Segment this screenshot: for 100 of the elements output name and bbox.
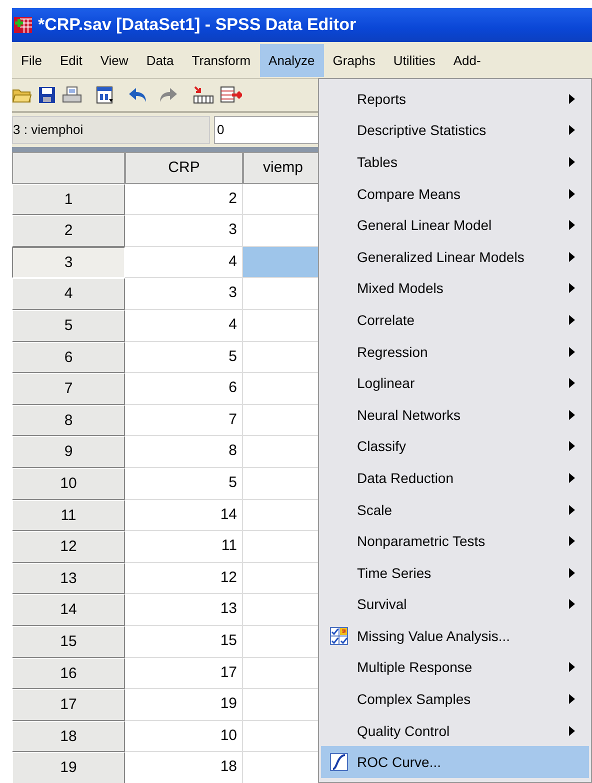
table-cell[interactable]: 10: [125, 720, 243, 752]
menu-item[interactable]: View: [91, 44, 138, 76]
row-header[interactable]: 6: [12, 342, 125, 374]
submenu-arrow-icon: [569, 694, 575, 704]
menu-item[interactable]: Add-: [444, 44, 490, 76]
menu-item[interactable]: Descriptive Statistics: [321, 114, 589, 146]
submenu-arrow-icon: [569, 536, 575, 546]
cell-name-field: 3 : viemphoi: [12, 116, 210, 144]
menu-item[interactable]: Neural Networks: [321, 398, 589, 431]
menu-item[interactable]: Nonparametric Tests: [321, 525, 589, 557]
submenu-arrow-icon: [569, 378, 575, 388]
row-header[interactable]: 9: [12, 436, 125, 468]
submenu-arrow-icon: [569, 662, 575, 672]
row-header[interactable]: 17: [12, 689, 125, 721]
submenu-arrow-icon: [569, 441, 575, 452]
menu-item[interactable]: Utilities: [384, 44, 444, 76]
submenu-arrow-icon: [569, 314, 575, 325]
row-header[interactable]: 3: [12, 246, 125, 278]
table-cell[interactable]: 13: [125, 594, 243, 626]
menu-item[interactable]: Edit: [50, 44, 92, 76]
menu-item[interactable]: Correlate: [321, 304, 589, 336]
window-title: *CRP.sav [DataSet1] - SPSS Data Editor: [38, 15, 356, 35]
table-cell[interactable]: 14: [125, 500, 243, 532]
row-header[interactable]: 13: [12, 562, 125, 594]
table-cell[interactable]: 5: [125, 468, 243, 500]
submenu-arrow-icon: [569, 252, 575, 262]
row-header[interactable]: 10: [12, 468, 125, 500]
row-header[interactable]: 8: [12, 404, 125, 436]
menu-item[interactable]: Mixed Models: [321, 272, 589, 304]
row-header[interactable]: 1: [12, 184, 125, 216]
menu-item[interactable]: Reports: [321, 83, 589, 115]
submenu-arrow-icon: [569, 410, 575, 420]
menu-item[interactable]: Transform: [182, 44, 260, 76]
submenu-arrow-icon: [569, 472, 575, 483]
submenu-arrow-icon: [569, 125, 575, 136]
menu-item[interactable]: Scale: [321, 494, 589, 526]
go-to-case-icon[interactable]: [192, 86, 214, 104]
insert-variable-icon[interactable]: [220, 86, 242, 104]
submenu-arrow-icon: [569, 346, 575, 357]
print-icon[interactable]: [62, 86, 82, 104]
row-header[interactable]: 19: [12, 752, 125, 783]
menu-item[interactable]: Time Series: [321, 556, 589, 588]
menu-item[interactable]: ROC Curve...: [321, 746, 589, 778]
row-header[interactable]: 2: [12, 215, 125, 247]
table-cell[interactable]: 15: [125, 626, 243, 658]
table-cell[interactable]: 7: [125, 404, 243, 436]
table-cell[interactable]: 2: [125, 184, 243, 216]
menu-item[interactable]: Survival: [321, 588, 589, 620]
submenu-arrow-icon: [569, 188, 575, 199]
menu-item[interactable]: General Linear Model: [321, 209, 589, 241]
table-cell[interactable]: 5: [125, 342, 243, 374]
submenu-arrow-icon: [569, 94, 575, 104]
row-header[interactable]: 16: [12, 658, 125, 690]
submenu-arrow-icon: [569, 283, 575, 294]
table-cell[interactable]: 18: [125, 752, 243, 783]
table-cell[interactable]: 11: [125, 531, 243, 563]
submenu-arrow-icon: [569, 220, 575, 230]
row-header[interactable]: 15: [12, 626, 125, 658]
menu-item[interactable]: Compare Means: [321, 178, 589, 210]
menu-item[interactable]: Regression: [321, 336, 589, 368]
row-header[interactable]: 12: [12, 531, 125, 563]
table-cell[interactable]: 6: [125, 373, 243, 405]
table-cell[interactable]: 4: [125, 310, 243, 342]
table-cell[interactable]: 17: [125, 658, 243, 690]
table-cell[interactable]: 19: [125, 689, 243, 721]
menu-item[interactable]: Missing Value Analysis...: [321, 620, 589, 652]
dialog-icon[interactable]: [96, 86, 114, 104]
menu-item[interactable]: Tables: [321, 146, 589, 178]
app-icon: [14, 17, 32, 33]
menu-item[interactable]: Classify: [321, 430, 589, 462]
menu-item[interactable]: Loglinear: [321, 367, 589, 399]
menu-item[interactable]: Graphs: [324, 44, 384, 76]
column-header[interactable]: CRP: [125, 152, 243, 184]
row-header[interactable]: 11: [12, 500, 125, 532]
menu-item[interactable]: Multiple Response: [321, 652, 589, 684]
menu-item[interactable]: Data Reduction: [321, 462, 589, 494]
submenu-arrow-icon: [569, 568, 575, 578]
save-icon[interactable]: [38, 86, 56, 104]
row-header[interactable]: 18: [12, 720, 125, 752]
curve-icon: [330, 753, 348, 772]
row-header[interactable]: 4: [12, 278, 125, 310]
menu-item[interactable]: Generalized Linear Models: [321, 240, 589, 273]
table-cell[interactable]: 12: [125, 562, 243, 594]
table-cell[interactable]: 3: [125, 278, 243, 310]
menu-item[interactable]: File: [12, 44, 51, 76]
menu-item[interactable]: Data: [137, 44, 183, 76]
checklist-icon: [330, 626, 348, 645]
submenu-arrow-icon: [569, 156, 575, 167]
table-cell[interactable]: 8: [125, 436, 243, 468]
submenu-arrow-icon: [569, 726, 575, 736]
menu-item[interactable]: Complex Samples: [321, 683, 589, 715]
row-header[interactable]: 14: [12, 594, 125, 626]
submenu-arrow-icon: [569, 599, 575, 610]
table-cell[interactable]: 3: [125, 215, 243, 247]
table-cell[interactable]: 4: [125, 246, 243, 278]
row-header[interactable]: 5: [12, 310, 125, 342]
menu-item[interactable]: Analyze: [260, 44, 324, 76]
submenu-arrow-icon: [569, 504, 575, 515]
row-header[interactable]: 7: [12, 373, 125, 405]
menu-item[interactable]: Quality Control: [321, 714, 589, 746]
